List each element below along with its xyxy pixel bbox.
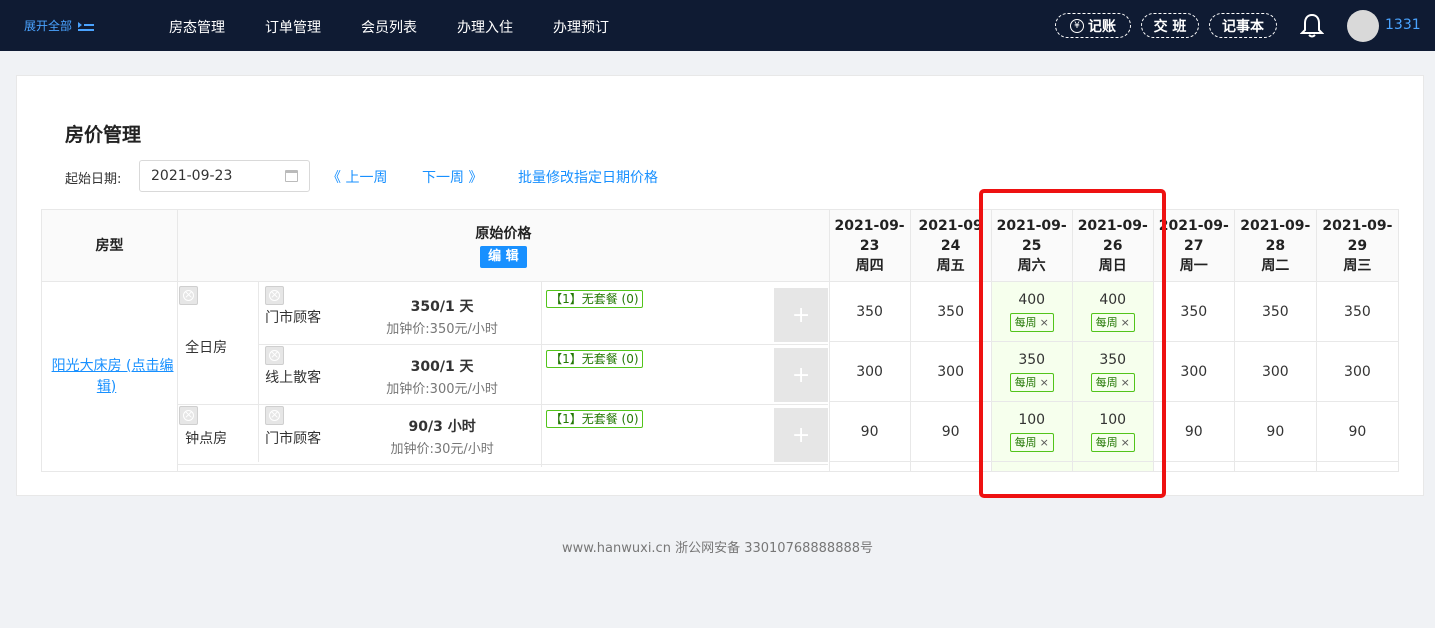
next-week-link[interactable]: 下一周 》 — [422, 167, 482, 187]
header-room-type: 房型 — [40, 209, 179, 282]
footer-text: www.hanwuxi.cn 浙公网安备 33010768888888号 — [561, 541, 874, 556]
start-date-label: 起始日期: — [65, 172, 122, 187]
add-hour-price: 加钟价:30元/小时 — [390, 442, 494, 457]
delete-customer-button[interactable] — [265, 346, 285, 365]
main-nav: 房态管理 订单管理 会员列表 办理入住 办理预订 — [169, 17, 649, 37]
username[interactable]: 1331 — [1385, 17, 1421, 33]
base-price: 90/3 小时 — [408, 419, 476, 435]
empty-cell — [828, 461, 911, 472]
base-price-cell: 全日房 钟点房 门市顾客 350/1 天 加钟价:350元/小时 【1】无套餐 … — [177, 281, 830, 472]
nav-booking[interactable]: 办理预订 — [553, 17, 609, 37]
base-price: 300/1 天 — [410, 359, 474, 375]
customer-type: 门市顾客 — [265, 431, 322, 447]
nav-room-status[interactable]: 房态管理 — [169, 17, 225, 37]
delete-rate-type-button[interactable] — [179, 406, 199, 425]
header-date: 2021-09- 29 周三 — [1315, 209, 1400, 282]
expand-all-button[interactable]: 展开全部 — [24, 17, 95, 34]
price-cell[interactable]: 300 — [828, 341, 911, 402]
rate-type-label: 钟点房 — [185, 431, 228, 447]
price-cell[interactable]: 300 — [1233, 341, 1317, 402]
package-tag[interactable]: 【1】无套餐 (0) — [546, 290, 643, 308]
room-edit-link[interactable]: 阳光大床房 (点击编辑) — [46, 358, 174, 395]
expand-all-label: 展开全部 — [24, 19, 73, 33]
add-package-button[interactable]: + — [774, 408, 829, 462]
price-cell[interactable]: 350 — [1315, 281, 1400, 342]
shift-handover-button[interactable]: 交 班 — [1141, 13, 1199, 38]
calendar-icon[interactable] — [285, 170, 298, 182]
avatar[interactable] — [1347, 10, 1379, 42]
shift-label: 交 班 — [1153, 18, 1187, 35]
base-price-label: 原始价格 — [475, 225, 532, 242]
empty-cell — [1315, 461, 1400, 472]
add-package-button[interactable]: + — [774, 348, 829, 402]
customer-type: 线上散客 — [265, 370, 322, 386]
delete-rate-type-button[interactable] — [179, 286, 199, 305]
package-tag[interactable]: 【1】无套餐 (0) — [546, 350, 643, 368]
nav-members[interactable]: 会员列表 — [361, 17, 417, 37]
notepad-label: 记事本 — [1222, 18, 1264, 35]
bookkeep-button[interactable]: ¥ 记账 — [1055, 13, 1131, 38]
header-date: 2021-09- 23 周四 — [828, 209, 911, 282]
header-base-price: 原始价格 编 辑 — [177, 209, 830, 282]
package-tag[interactable]: 【1】无套餐 (0) — [546, 410, 643, 428]
delete-customer-button[interactable] — [265, 286, 285, 305]
page-title: 房价管理 — [65, 124, 142, 146]
menu-expand-icon — [78, 19, 95, 32]
add-hour-price: 加钟价:350元/小时 — [386, 322, 498, 337]
price-table: 房型 原始价格 编 辑 2021-09- 23 周四 2021-09 24 周五 202… — [40, 209, 1400, 472]
rate-type-label: 全日房 — [185, 340, 228, 356]
customer-type: 门市顾客 — [265, 310, 322, 326]
delete-customer-button[interactable] — [265, 406, 285, 425]
top-navbar: 展开全部 房态管理 订单管理 会员列表 办理入住 办理预订 ¥ 记账 交 班 记… — [0, 0, 1435, 51]
room-type-cell: 阳光大床房 (点击编辑) — [40, 281, 179, 472]
price-cell[interactable]: 300 — [1315, 341, 1400, 402]
add-hour-price: 加钟价:300元/小时 — [386, 382, 498, 397]
edit-button[interactable]: 编 辑 — [480, 245, 527, 268]
price-cell[interactable]: 90 — [828, 401, 911, 462]
nav-check-in[interactable]: 办理入住 — [457, 17, 513, 37]
batch-edit-link[interactable]: 批量修改指定日期价格 — [518, 167, 658, 187]
bookkeep-label: 记账 — [1088, 18, 1116, 35]
price-cell[interactable]: 90 — [1315, 401, 1400, 462]
price-cell[interactable]: 350 — [828, 281, 911, 342]
weekend-highlight-box — [979, 189, 1166, 498]
notepad-button[interactable]: 记事本 — [1209, 13, 1277, 38]
nav-orders[interactable]: 订单管理 — [265, 17, 321, 37]
empty-cell — [1233, 461, 1317, 472]
add-package-button[interactable]: + — [774, 288, 829, 342]
base-price: 350/1 天 — [410, 299, 474, 315]
price-cell[interactable]: 90 — [1233, 401, 1317, 462]
prev-week-link[interactable]: 《 上一周 — [327, 167, 387, 187]
yen-circle-icon: ¥ — [1070, 18, 1084, 33]
bell-icon[interactable] — [1300, 13, 1324, 39]
header-date: 2021-09- 28 周二 — [1233, 209, 1317, 282]
price-cell[interactable]: 350 — [1233, 281, 1317, 342]
